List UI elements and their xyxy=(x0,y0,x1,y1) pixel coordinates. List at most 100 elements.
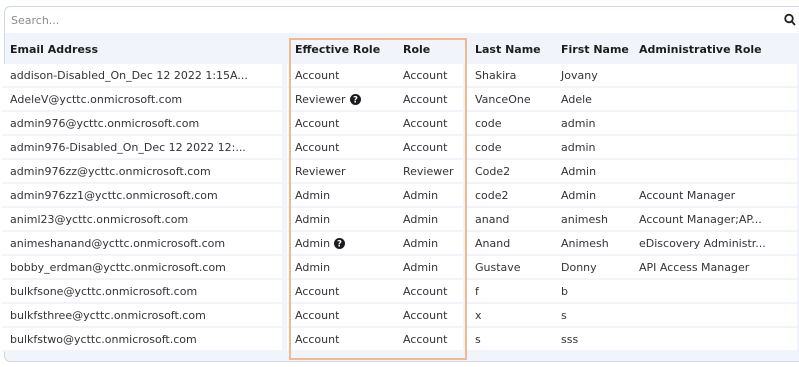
table-row[interactable]: bulkfsone@ycttc.onmicrosoft.com Account Ac… xyxy=(2,279,797,304)
cell-effective-role: Account xyxy=(287,327,395,352)
cell-effective-role: Reviewer xyxy=(287,159,395,184)
cell-email: animl23@ycttc.onmicrosoft.com xyxy=(2,207,282,232)
cell-admin-role: Account Manager xyxy=(631,183,797,208)
cell-effective-role: Admin xyxy=(287,183,395,208)
column-header-effective-role[interactable]: Effective Role xyxy=(287,34,395,64)
cell-first-name: Adele xyxy=(553,87,631,112)
cell-last-name: VanceOne xyxy=(467,87,553,112)
cell-role: Account xyxy=(395,327,463,352)
cell-effective-role: Account xyxy=(287,135,395,160)
table-row[interactable]: animeshanand@ycttc.onmicrosoft.com Admin?… xyxy=(2,231,797,256)
column-header-role[interactable]: Role xyxy=(395,34,463,64)
svg-text:?: ? xyxy=(337,239,342,248)
cell-first-name: Admin xyxy=(553,159,631,184)
table-row[interactable]: admin976zz@ycttc.onmicrosoft.com Reviewer… xyxy=(2,159,797,184)
cell-role: Reviewer xyxy=(395,159,463,184)
cell-first-name: Jovany xyxy=(553,64,631,88)
cell-email: animeshanand@ycttc.onmicrosoft.com xyxy=(2,231,282,256)
cell-admin-role: API Access Manager xyxy=(631,255,797,280)
effective-role-label: Account xyxy=(295,308,340,322)
cell-last-name: Anand xyxy=(467,231,553,256)
cell-first-name: sss xyxy=(553,327,631,352)
table-header-row: Email Address Effective Role Role Last N… xyxy=(2,34,797,64)
cell-role: Admin xyxy=(395,255,463,280)
table-row[interactable]: AdeleV@ycttc.onmicrosoft.com Reviewer? Acc… xyxy=(2,87,797,112)
cell-effective-role: Account xyxy=(287,303,395,328)
effective-role-label: Reviewer xyxy=(295,92,346,106)
table-row[interactable]: bulkfsthree@ycttc.onmicrosoft.com Account… xyxy=(2,303,797,328)
cell-admin-role xyxy=(631,87,797,112)
cell-first-name: s xyxy=(553,303,631,328)
cell-admin-role xyxy=(631,135,797,160)
cell-role: Account xyxy=(395,303,463,328)
cell-admin-role: Account Manager;AP... xyxy=(631,207,797,232)
cell-email: bulkfsthree@ycttc.onmicrosoft.com xyxy=(2,303,282,328)
cell-last-name: s xyxy=(467,327,553,352)
cell-first-name: admin xyxy=(553,135,631,160)
cell-role: Account xyxy=(395,279,463,304)
column-header-last-name[interactable]: Last Name xyxy=(467,34,553,64)
cell-admin-role: eDiscovery Administr... xyxy=(631,231,797,256)
info-icon[interactable]: ? xyxy=(349,93,361,105)
cell-admin-role xyxy=(631,279,797,304)
svg-text:?: ? xyxy=(353,95,358,104)
cell-last-name: f xyxy=(467,279,553,304)
cell-role: Account xyxy=(395,64,463,88)
table-row[interactable]: animl23@ycttc.onmicrosoft.com Admin Admin a… xyxy=(2,207,797,232)
column-header-first-name[interactable]: First Name xyxy=(553,34,631,64)
effective-role-label: Account xyxy=(295,116,340,130)
cell-effective-role: Reviewer? xyxy=(287,87,395,112)
effective-role-label: Account xyxy=(295,68,340,82)
effective-role-label: Admin xyxy=(295,212,331,226)
info-icon[interactable]: ? xyxy=(334,237,346,249)
cell-email: addison-Disabled_On_Dec 12 2022 1:15A... xyxy=(2,64,282,88)
cell-effective-role: Admin xyxy=(287,255,395,280)
cell-role: Admin xyxy=(395,231,463,256)
cell-admin-role xyxy=(631,303,797,328)
table-row[interactable]: admin976-Disabled_On_Dec 12 2022 12:... A… xyxy=(2,135,797,160)
cell-first-name: b xyxy=(553,279,631,304)
effective-role-label: Reviewer xyxy=(295,164,346,178)
table-row[interactable]: bobby_erdman@ycttc.onmicrosoft.com Admin A… xyxy=(2,255,797,280)
cell-email: admin976zz@ycttc.onmicrosoft.com xyxy=(2,159,282,184)
cell-last-name: x xyxy=(467,303,553,328)
effective-role-label: Account xyxy=(295,332,340,346)
cell-role: Account xyxy=(395,135,463,160)
cell-email: bulkfsone@ycttc.onmicrosoft.com xyxy=(2,279,282,304)
cell-email: bobby_erdman@ycttc.onmicrosoft.com xyxy=(2,255,282,280)
cell-admin-role xyxy=(631,327,797,352)
cell-email: AdeleV@ycttc.onmicrosoft.com xyxy=(2,87,282,112)
cell-email: admin976zz1@ycttc.onmicrosoft.com xyxy=(2,183,282,208)
cell-admin-role xyxy=(631,111,797,136)
users-table: Email Address Effective Role Role Last N… xyxy=(2,34,797,352)
cell-first-name: animesh xyxy=(553,207,631,232)
column-header-email[interactable]: Email Address xyxy=(2,34,282,64)
table-row[interactable]: addison-Disabled_On_Dec 12 2022 1:15A...… xyxy=(2,64,797,88)
cell-admin-role xyxy=(631,64,797,88)
cell-last-name: code xyxy=(467,135,553,160)
cell-last-name: anand xyxy=(467,207,553,232)
effective-role-label: Account xyxy=(295,284,340,298)
cell-email: admin976-Disabled_On_Dec 12 2022 12:... xyxy=(2,135,282,160)
cell-effective-role: Account xyxy=(287,279,395,304)
cell-effective-role: Admin xyxy=(287,207,395,232)
cell-last-name: code xyxy=(467,111,553,136)
cell-role: Account xyxy=(395,87,463,112)
search-input[interactable] xyxy=(11,11,771,29)
table-row[interactable]: bulkfstwo@ycttc.onmicrosoft.com Account Ac… xyxy=(2,327,797,352)
search-icon[interactable] xyxy=(784,13,796,27)
cell-effective-role: Account xyxy=(287,111,395,136)
cell-last-name: Shakira xyxy=(467,64,553,88)
effective-role-label: Admin xyxy=(295,188,331,202)
table-row[interactable]: admin976@ycttc.onmicrosoft.com Account Acc… xyxy=(2,111,797,136)
cell-first-name: admin xyxy=(553,111,631,136)
column-header-admin-role[interactable]: Administrative Role xyxy=(631,34,797,64)
cell-last-name: Gustave xyxy=(467,255,553,280)
cell-admin-role xyxy=(631,159,797,184)
cell-role: Admin xyxy=(395,207,463,232)
table-row[interactable]: admin976zz1@ycttc.onmicrosoft.com Admin Ad… xyxy=(2,183,797,208)
cell-email: bulkfstwo@ycttc.onmicrosoft.com xyxy=(2,327,282,352)
cell-last-name: code2 xyxy=(467,183,553,208)
cell-effective-role: Account xyxy=(287,64,395,88)
search-bar xyxy=(5,7,799,33)
